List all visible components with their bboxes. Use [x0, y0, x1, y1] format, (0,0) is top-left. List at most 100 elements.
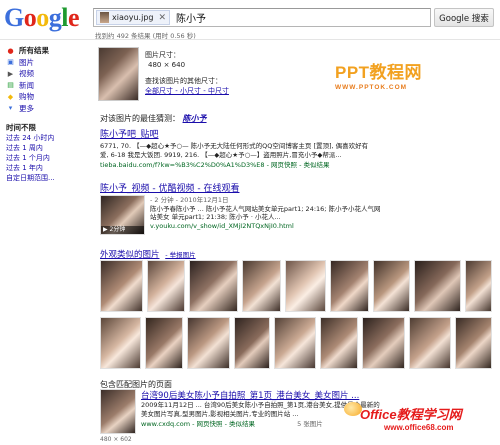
images-icon: ▣ [7, 58, 14, 67]
logo-letter: o [36, 3, 49, 32]
sidebar-item-videos[interactable]: ▶ 视频 [6, 68, 90, 80]
office-watermark: Office教程学习网 www.office68.com [344, 402, 462, 432]
similar-image[interactable] [362, 317, 405, 369]
similar-image[interactable] [330, 260, 369, 312]
sidebar-item-label: 所有结果 [19, 46, 49, 56]
more-icon: ▾ [8, 104, 13, 113]
image-thumbnail-icon [100, 12, 109, 23]
result-title-link[interactable]: 陈小予_视频 - 优酷视频 - 在线观看 [100, 181, 490, 194]
image-chip-filename: xiaoyu.jpg [112, 13, 154, 22]
sidebar-item-label: 视频 [19, 69, 34, 79]
search-query-text[interactable]: 陈小予 [176, 10, 206, 25]
office-brand-url: www.office68.com [384, 423, 454, 432]
similar-image[interactable] [320, 317, 359, 369]
ppt-watermark: PPT教程网 WWW.PPTOK.COM [335, 58, 422, 91]
search-result: 陈小予吧_贴吧 6771, 70. 【—◆超心★予○— 陈小予无大陆任何形式的Q… [100, 127, 490, 169]
sidebar-item-news[interactable]: ▤ 新闻 [6, 80, 90, 92]
sidebar-item-label: 新闻 [19, 80, 34, 90]
result-title-link[interactable]: 台湾90后美女陈小予自拍照_第1页_港台美女_美女图片 ... [141, 389, 491, 401]
similar-image[interactable] [454, 317, 492, 369]
google-logo[interactable]: Google [4, 4, 88, 32]
sidebar-item-label: 图片 [19, 57, 34, 67]
similar-image[interactable] [414, 260, 462, 312]
best-guess-link[interactable]: 陈小予 [183, 114, 207, 123]
similar-image[interactable] [233, 317, 270, 369]
result-title-link[interactable]: 陈小予吧_贴吧 [100, 127, 490, 140]
similar-image[interactable] [285, 260, 327, 312]
time-filter-heading: 时间不限 [6, 123, 36, 132]
image-count: 5 张图片 [297, 420, 323, 428]
similar-image[interactable] [241, 260, 282, 312]
ppt-brand: PPT教程网 [335, 63, 423, 82]
result-url[interactable]: tieba.baidu.com/f?kw=%B3%C2%D0%A1%D3%E8 … [100, 159, 490, 169]
logo-letter: G [4, 3, 24, 32]
page-image-size: 480 × 602 [100, 436, 132, 443]
search-button[interactable]: Google 搜索 [434, 8, 494, 27]
video-thumbnail[interactable]: ▶ 2分钟 [100, 195, 145, 235]
search-input[interactable]: xiaoyu.jpg ✕ 陈小予 [93, 8, 431, 27]
logo-letter: o [23, 3, 37, 32]
similar-image[interactable] [187, 317, 230, 369]
ppt-brand-url: WWW.PPTOK.COM [335, 84, 408, 91]
videos-icon: ▶ [7, 69, 14, 78]
sidebar: ● 所有结果 ▣ 图片 ▶ 视频 ▤ 新闻 ◆ 购物 ▾ 更多 时间不限 过去 … [6, 45, 90, 183]
video-meta: - 2 分钟 - 2010年12月1日 [150, 196, 229, 204]
logo-letter: g [48, 3, 62, 32]
logo-letter: l [61, 3, 68, 32]
time-filter-24h[interactable]: 过去 24 小时内 [6, 133, 90, 143]
office-brand: Office教程学习网 [360, 407, 462, 422]
sidebar-item-all-results[interactable]: ● 所有结果 [6, 45, 90, 57]
all-results-icon: ● [7, 46, 14, 55]
time-filter-month[interactable]: 过去 1 个月内 [6, 153, 90, 163]
similar-images-row [100, 260, 492, 312]
image-query-chip[interactable]: xiaoyu.jpg ✕ [96, 10, 171, 25]
sidebar-item-label: 更多 [19, 103, 34, 113]
similar-image[interactable] [147, 260, 185, 312]
other-sizes-label: 查找该图片的其他尺寸： [145, 77, 222, 85]
logo-letter: e [67, 3, 80, 32]
image-size-value: 480 × 640 [148, 61, 186, 69]
shopping-icon: ◆ [7, 92, 14, 101]
result-snippet: 爱, 6-18 我是大饭团. 9919, 216. 【—◆超心★予○—】盗用照片… [100, 150, 342, 159]
result-snippet: 站美女 单元part1; 21:38; 陈小予 · 小花人... [150, 213, 281, 221]
result-url[interactable]: v.youku.com/v_show/id_XMjI2NTQxNjI0.html [150, 222, 490, 230]
office-logo-icon [344, 402, 362, 416]
similar-image[interactable] [372, 260, 411, 312]
video-duration: 2分钟 [109, 226, 126, 233]
best-guess: 对该图片的最佳猜测： 陈小予 [100, 113, 207, 124]
similar-images-grid [100, 260, 492, 374]
video-result-title-row: 陈小予_视频 - 优酷视频 - 在线观看 [100, 181, 490, 194]
time-filter-custom[interactable]: 自定日期范围... [6, 173, 90, 183]
similar-image[interactable] [408, 317, 451, 369]
page-result-thumbnail[interactable] [100, 389, 136, 434]
sidebar-item-more[interactable]: ▾ 更多 [6, 103, 90, 115]
time-filter-year[interactable]: 过去 1 年内 [6, 163, 90, 173]
image-size-label: 图片尺寸： [145, 51, 180, 59]
similar-image[interactable] [188, 260, 238, 312]
similar-image[interactable] [465, 260, 492, 312]
close-icon[interactable]: ✕ [158, 13, 166, 23]
similar-images-row [100, 317, 492, 369]
similar-image[interactable] [273, 317, 317, 369]
similar-image[interactable] [100, 260, 144, 312]
result-url-link[interactable]: www.cxdq.com - 网页快照 - 类似结果 [141, 420, 255, 428]
sidebar-item-images[interactable]: ▣ 图片 [6, 57, 90, 69]
query-image-info: 图片尺寸： 480 × 640 查找该图片的其他尺寸： 全部尺寸 - 小尺寸 -… [145, 50, 229, 96]
header-divider [0, 39, 500, 40]
report-images-link[interactable]: - 举报图片 [165, 251, 195, 259]
result-snippet: 6771, 70. 【—◆超心★予○— 陈小予无大陆任何形式的QQ空间博客主页 … [100, 142, 369, 150]
sidebar-item-shopping[interactable]: ◆ 购物 [6, 91, 90, 103]
result-snippet: 陈小予春陈小予 ... 陈小予花人气网站美女单元part1; 24:16; 陈小… [150, 204, 381, 213]
sidebar-item-label: 购物 [19, 92, 34, 102]
similar-images-link[interactable]: 外观类似的图片 [100, 250, 160, 260]
similar-image[interactable] [100, 317, 142, 369]
other-sizes-links[interactable]: 全部尺寸 - 小尺寸 - 中尺寸 [145, 86, 229, 96]
best-guess-label: 对该图片的最佳猜测： [100, 114, 180, 123]
similar-image[interactable] [145, 317, 184, 369]
video-result-body: - 2 分钟 - 2010年12月1日 陈小予春陈小予 ... 陈小予花人气网站… [150, 196, 490, 230]
video-duration-bar: ▶ 2分钟 [101, 226, 144, 234]
time-filter-week[interactable]: 过去 1 周内 [6, 143, 90, 153]
query-image[interactable] [98, 47, 139, 101]
similar-images-heading: 外观类似的图片 - 举报图片 [100, 248, 196, 260]
news-icon: ▤ [7, 81, 14, 90]
